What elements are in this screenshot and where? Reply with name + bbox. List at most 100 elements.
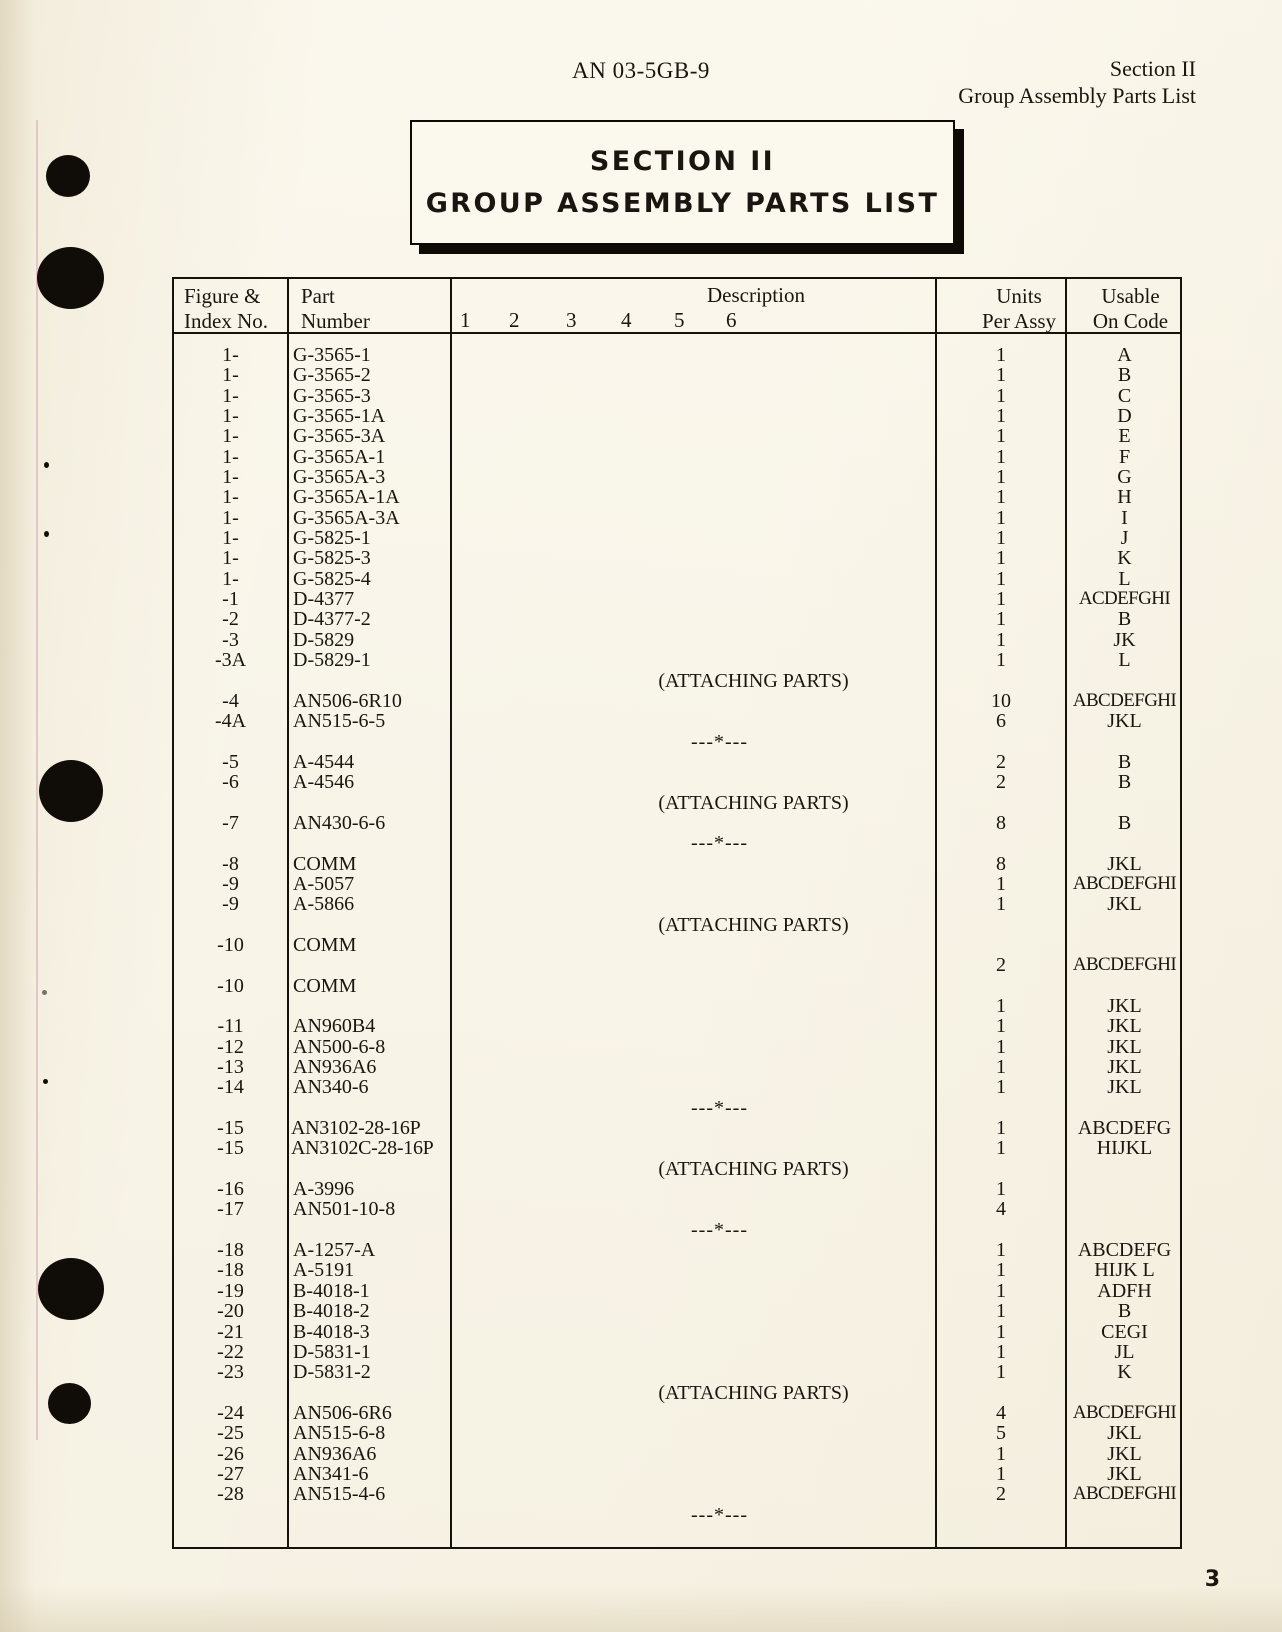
attaching-parts-note: (ATTACHING PARTS)	[174, 914, 1180, 935]
column-header-figure-index: Figure & Index No.	[184, 284, 268, 334]
cell-part-number: AN506-6R6	[293, 1401, 392, 1424]
star-separator-label: ---*---	[691, 832, 748, 855]
cell-units-per-assy: 1	[996, 1076, 1006, 1099]
binding-speck-mark	[43, 1079, 48, 1084]
column-header-part-line1: Part	[301, 284, 335, 308]
cell-figure-index: -13	[217, 1056, 244, 1079]
level-number-3: 3	[566, 308, 577, 332]
cell-usable-on-code: E	[1118, 425, 1131, 448]
title-line-section: SECTION II	[589, 146, 776, 177]
column-header-figure-line1: Figure &	[184, 284, 261, 308]
level-number-4: 4	[621, 308, 632, 332]
table-row: -3D-5829.BOX, Flasher unit..............…	[174, 628, 1180, 651]
cell-usable-on-code: HIJKL	[1096, 1137, 1153, 1160]
table-row: -1D-4377.BOX, Flasher unit..............…	[174, 588, 1180, 611]
cell-figure-index: 1-	[222, 547, 239, 570]
table-row: -11AN960B4..WASHER......................…	[174, 1015, 1180, 1038]
cell-figure-index: -27	[217, 1462, 244, 1485]
cell-part-number: B-4018-1	[293, 1279, 370, 1302]
table-row: -23D-5831-2.BASE, Box, flasher unit.....…	[174, 1361, 1180, 1384]
cell-part-number: G-3565A-3A	[293, 506, 400, 529]
attaching-parts-label: (ATTACHING PARTS)	[658, 669, 849, 692]
cell-usable-on-code: JKL	[1107, 710, 1142, 733]
cell-figure-index: -9	[222, 872, 239, 895]
cell-usable-on-code: A	[1117, 344, 1132, 366]
column-header-units-line2: Per Assy	[981, 309, 1057, 334]
attaching-parts-note: (ATTACHING PARTS)	[174, 1382, 1180, 1403]
section-label: Section II	[1109, 56, 1196, 81]
cell-units-per-assy: 1	[996, 506, 1006, 529]
cell-units-per-assy: 1	[996, 649, 1006, 672]
cell-usable-on-code: K	[1117, 547, 1132, 570]
cell-units-per-assy: 1	[996, 1361, 1006, 1384]
cell-part-number: A-1257-A	[293, 1239, 376, 1262]
cell-figure-index: -6	[222, 771, 239, 794]
cell-usable-on-code: JKL	[1107, 893, 1142, 916]
cell-units-per-assy: 1	[996, 486, 1006, 509]
cell-figure-index: -28	[217, 1483, 244, 1506]
cell-part-number: G-5825-4	[293, 567, 371, 590]
section-separator: ---*---	[174, 1504, 1180, 1525]
cell-part-number: COMM	[293, 974, 357, 997]
cell-units-per-assy: 1	[996, 527, 1006, 550]
cell-part-number: A-4546	[293, 771, 355, 794]
cell-units-per-assy: 1	[996, 1462, 1006, 1485]
cell-part-number: AN3102C-28-16P	[291, 1137, 434, 1160]
table-row: -13AN936A6..WASHER, Lock................…	[174, 1056, 1180, 1079]
cell-figure-index: -16	[217, 1178, 244, 1201]
table-row: 1-G-3565A-3AFLASHER CODER ASSEMBLY......…	[174, 506, 1180, 529]
cell-usable-on-code: ABCDEFGHI	[1072, 954, 1177, 976]
cell-figure-index: 1-	[222, 384, 239, 407]
cell-units-per-assy: 2	[996, 771, 1006, 794]
cell-units-per-assy: 2	[996, 1483, 1006, 1506]
table-row: 1-G-3565A-1FLASHER CODER ASSEMBLY.......…	[174, 445, 1180, 468]
section-title-box: SECTION II GROUP ASSEMBLY PARTS LIST	[410, 120, 964, 254]
binding-speck-mark	[44, 462, 49, 468]
cell-part-number: G-5825-1	[293, 527, 371, 550]
cell-part-number: AN500-6-8	[293, 1035, 386, 1058]
table-row: -10COMM..RIVET, Brazier hd, semi-tubular	[174, 935, 1180, 956]
table-row: -5A-4544..SUPPORT, Angle................…	[174, 750, 1180, 773]
table-row: -20B-4018-2.COVER.......................…	[174, 1301, 1180, 1322]
cell-part-number: D-5829	[293, 628, 355, 651]
table-row: -26AN936A6.WASHER, Lock.................…	[174, 1442, 1180, 1465]
table-row: -6A-4546..PLATE, Reinforcement..........…	[174, 771, 1180, 794]
cell-units-per-assy: 1	[996, 364, 1006, 387]
table-row: -18A-1257-A.GASKET, Electrical connector…	[174, 1239, 1180, 1262]
cell-figure-index: 1-	[222, 445, 239, 468]
cell-units-per-assy: 1	[996, 628, 1006, 651]
table-row: 1-G-3565-3AFLASHER CODER ASSEMBLY.......…	[174, 426, 1180, 447]
cell-units-per-assy: 1	[996, 445, 1006, 468]
cell-units-per-assy: 1	[996, 1015, 1006, 1038]
cell-usable-on-code: B	[1117, 811, 1132, 834]
cell-units-per-assy: 1	[996, 1239, 1006, 1262]
cell-part-number: AN936A6	[293, 1442, 377, 1465]
attaching-parts-label: (ATTACHING PARTS)	[658, 791, 849, 814]
table-row: 1-G-5825-1FLASHER CODER ASSEMBLY........…	[174, 527, 1180, 550]
cell-usable-on-code: C	[1117, 384, 1132, 407]
cell-part-number: G-3565A-3	[293, 466, 386, 489]
cell-part-number: AN340-6	[293, 1076, 369, 1099]
level-number-6: 6	[726, 308, 737, 332]
cell-usable-on-code: HIJK L	[1094, 1259, 1155, 1282]
cell-usable-on-code: D	[1117, 405, 1132, 428]
table-row: -9A-5866..PLATE, Name...................…	[174, 894, 1180, 915]
table-row: 1-G-3565-1AFLASHER CODER ASSEMBLY.......…	[174, 406, 1180, 427]
table-header-row: Figure & Index No. Part Number Descripti…	[174, 279, 1180, 334]
cell-units-per-assy: 1	[996, 547, 1006, 570]
cell-units-per-assy: 1	[996, 1178, 1006, 1201]
cell-units-per-assy: 4	[996, 1401, 1006, 1424]
attaching-parts-note: (ATTACHING PARTS)	[174, 669, 1180, 692]
cell-part-number: AN3102-28-16P	[291, 1117, 421, 1140]
column-header-usable-line2: On Code	[1092, 309, 1169, 334]
cell-figure-index: -5	[222, 750, 239, 773]
attaching-parts-label: (ATTACHING PARTS)	[658, 1157, 849, 1180]
table-row: -14AN340-6..NUT, Hex....................…	[174, 1076, 1180, 1099]
table-row: -28AN515-4-6.SCREW......................…	[174, 1483, 1180, 1506]
cell-figure-index: 1-	[222, 344, 239, 366]
cell-units-per-assy: 1	[996, 588, 1006, 611]
binding-punch-mark	[37, 247, 104, 309]
cell-part-number: AN501-10-8	[293, 1198, 396, 1221]
section-separator: ---*---	[174, 731, 1180, 752]
cell-figure-index: -18	[217, 1239, 244, 1262]
